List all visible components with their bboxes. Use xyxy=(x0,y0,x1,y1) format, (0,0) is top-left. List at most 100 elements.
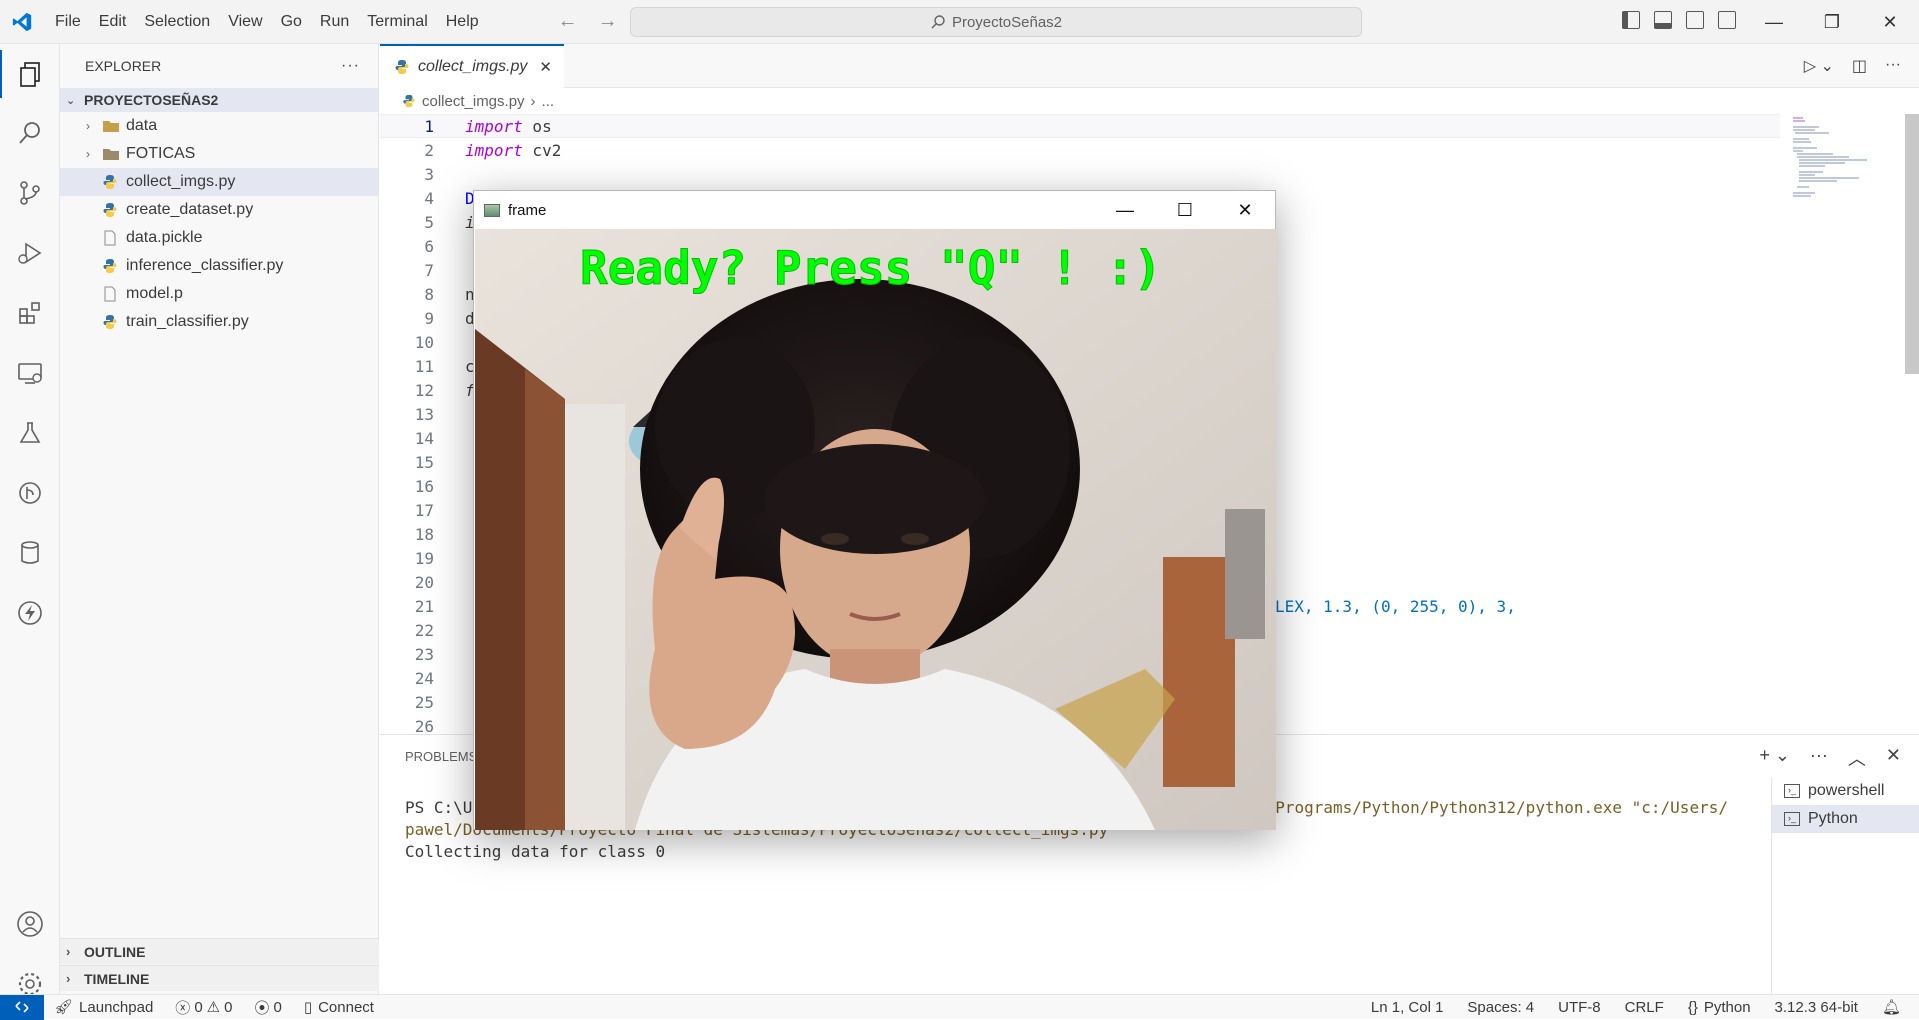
remote-explorer-icon[interactable] xyxy=(0,349,60,397)
status-bar: 🚀︎ Launchpad ⓧ 0 ⚠ 0 ⦿ 0 ▯ Connect Ln 1, Col … xyxy=(0,994,1919,1020)
notifications-bell-icon[interactable]: 🔔︎ xyxy=(1882,998,1901,1016)
python-interpreter[interactable]: 3.12.3 64-bit xyxy=(1775,999,1858,1016)
breadcrumb-file[interactable]: collect_imgs.py xyxy=(422,93,525,110)
terminal-list: ›_ powershell ›_ Python xyxy=(1771,777,1919,995)
connect-status[interactable]: ▯ Connect xyxy=(304,998,374,1017)
line-number: 9 xyxy=(424,308,434,328)
line-number: 18 xyxy=(414,524,434,544)
menu-go[interactable]: Go xyxy=(272,13,311,31)
outline-section-header[interactable]: › OUTLINE xyxy=(60,938,379,964)
line-number: 4 xyxy=(424,188,434,208)
extensions-icon[interactable] xyxy=(0,289,60,337)
terminal-item-python[interactable]: ›_ Python xyxy=(1772,805,1919,833)
menu-help[interactable]: Help xyxy=(437,13,488,31)
line-number: 13 xyxy=(414,404,434,424)
minimize-icon[interactable]: — xyxy=(1745,0,1803,44)
remote-indicator-icon[interactable] xyxy=(0,994,44,1020)
keyword: import xyxy=(465,116,523,136)
source-control-icon[interactable] xyxy=(0,169,60,217)
ports-status[interactable]: ⦿ 0 xyxy=(254,997,281,1018)
toggle-primary-sidebar-icon[interactable] xyxy=(1622,11,1640,29)
indentation-setting[interactable]: Spaces: 4 xyxy=(1467,999,1534,1016)
terminal-item-powershell[interactable]: ›_ powershell xyxy=(1772,777,1919,805)
toggle-secondary-sidebar-icon[interactable] xyxy=(1686,11,1704,29)
database-icon[interactable] xyxy=(0,529,60,577)
tree-item-foticas[interactable]: › FOTICAS xyxy=(60,140,378,168)
minimap[interactable] xyxy=(1789,114,1879,204)
frame-close-icon[interactable]: ✕ xyxy=(1215,191,1275,229)
tree-item-label: create_dataset.py xyxy=(126,201,254,218)
tree-item-data-pickle[interactable]: data.pickle xyxy=(60,224,378,252)
line-number: 24 xyxy=(414,668,434,688)
close-panel-icon[interactable]: ✕ xyxy=(1886,745,1901,771)
python-file-icon xyxy=(103,203,117,217)
cursor-position[interactable]: Ln 1, Col 1 xyxy=(1371,999,1444,1016)
code-line: 16 xyxy=(380,474,434,498)
frame-maximize-icon[interactable]: ☐ xyxy=(1155,191,1215,229)
end-of-line[interactable]: CRLF xyxy=(1625,999,1664,1016)
problems-status[interactable]: ⓧ 0 ⚠ 0 xyxy=(175,997,232,1018)
vertical-scrollbar[interactable] xyxy=(1905,114,1919,374)
panel-more-icon[interactable]: ··· xyxy=(1810,745,1828,771)
close-icon[interactable]: ✕ xyxy=(1861,0,1919,44)
code-line: 12 f xyxy=(380,378,475,402)
breadcrumb-separator-icon: › xyxy=(530,92,536,110)
launchpad-item[interactable]: 🚀︎ Launchpad xyxy=(54,998,154,1017)
menu-selection[interactable]: Selection xyxy=(135,13,219,31)
search-icon xyxy=(931,15,945,29)
command-center-search[interactable]: ProyectoSeñas2 xyxy=(630,7,1362,37)
warning-icon: ⚠ xyxy=(206,999,221,1016)
code-line: 15 xyxy=(380,450,434,474)
menu-file[interactable]: File xyxy=(46,13,90,31)
launchpad-label: Launchpad xyxy=(79,998,154,1016)
toggle-panel-icon[interactable] xyxy=(1654,11,1672,29)
code-line: 23 xyxy=(380,642,434,666)
code-line: 20 xyxy=(380,570,434,594)
git-graph-icon[interactable] xyxy=(0,469,60,517)
maximize-panel-icon[interactable]: ︿ xyxy=(1848,745,1866,771)
frame-minimize-icon[interactable]: — xyxy=(1095,191,1155,229)
language-mode[interactable]: {} Python xyxy=(1688,999,1751,1016)
code-line: 3 xyxy=(380,162,434,186)
tree-item-inference-classifier[interactable]: inference_classifier.py xyxy=(60,252,378,280)
menu-edit[interactable]: Edit xyxy=(90,13,136,31)
tree-item-model-p[interactable]: model.p xyxy=(60,280,378,308)
tab-problems[interactable]: PROBLEMS xyxy=(405,749,477,764)
tree-item-data[interactable]: › data xyxy=(60,112,378,140)
explorer-icon[interactable] xyxy=(0,50,60,98)
more-actions-icon[interactable]: ··· xyxy=(1885,56,1901,76)
tab-close-icon[interactable]: ✕ xyxy=(539,58,552,76)
tree-item-create-dataset[interactable]: create_dataset.py xyxy=(60,196,378,224)
tree-item-train-classifier[interactable]: train_classifier.py xyxy=(60,308,378,336)
restore-icon[interactable]: ❐ xyxy=(1803,0,1861,44)
new-terminal-icon[interactable]: + ⌄ xyxy=(1759,745,1790,771)
menu-terminal[interactable]: Terminal xyxy=(358,13,436,31)
vscode-logo-icon xyxy=(0,0,44,44)
search-icon[interactable] xyxy=(0,109,60,157)
explorer-more-actions-icon[interactable]: ··· xyxy=(341,57,360,75)
window-app-icon xyxy=(484,203,500,217)
run-python-file-icon[interactable]: ▷ ⌄ xyxy=(1804,56,1834,76)
breadcrumb-symbol[interactable]: ... xyxy=(542,93,555,110)
file-encoding[interactable]: UTF-8 xyxy=(1558,999,1601,1016)
tab-collect-imgs[interactable]: collect_imgs.py ✕ xyxy=(380,43,564,88)
testing-flask-icon[interactable] xyxy=(0,409,60,457)
line-number: 15 xyxy=(414,452,434,472)
split-editor-icon[interactable]: ◫ xyxy=(1852,56,1867,76)
timeline-section-header[interactable]: › TIMELINE xyxy=(60,965,379,991)
tree-item-collect-imgs[interactable]: collect_imgs.py xyxy=(60,168,378,196)
code-line: 11 c xyxy=(380,354,475,378)
menu-view[interactable]: View xyxy=(219,13,271,31)
customize-layout-icon[interactable] xyxy=(1718,11,1736,29)
forward-arrow-icon[interactable]: → xyxy=(598,10,618,33)
line-number: 22 xyxy=(414,620,434,640)
menu-bar: File Edit Selection View Go Run Terminal… xyxy=(46,13,488,31)
account-icon[interactable] xyxy=(0,900,60,948)
menu-run[interactable]: Run xyxy=(311,13,358,31)
run-debug-icon[interactable] xyxy=(0,229,60,277)
back-arrow-icon[interactable]: ← xyxy=(558,10,578,33)
workspace-folder-header[interactable]: ⌄ PROYECTOSEÑAS2 xyxy=(60,88,378,112)
broadcast-icon: ⦿ xyxy=(254,999,270,1017)
opencv-frame-window[interactable]: frame — ☐ ✕ Ready? Press "Q" !:) xyxy=(473,190,1276,830)
thunder-client-icon[interactable] xyxy=(0,589,60,637)
